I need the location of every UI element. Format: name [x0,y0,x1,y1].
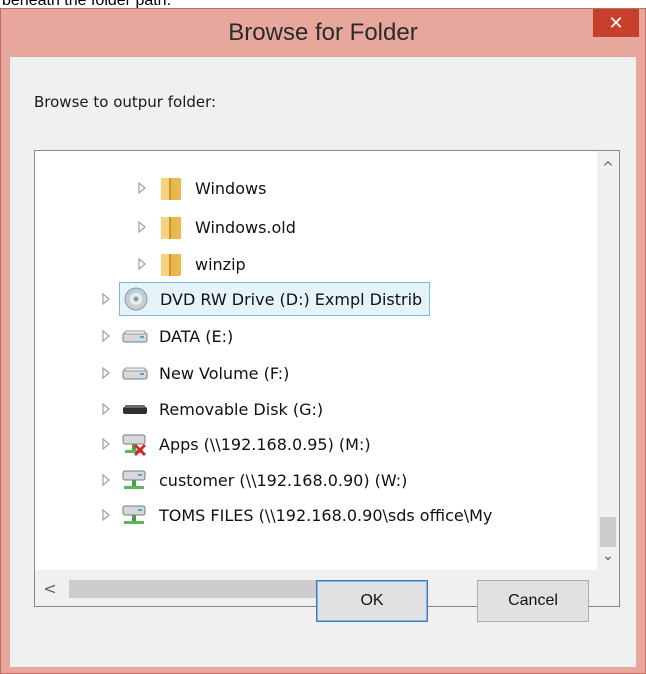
expand-arrow-icon[interactable] [135,257,149,271]
expand-arrow-icon[interactable] [99,329,113,343]
title-bar[interactable]: Browse for Folder ✕ [1,9,645,57]
network-drive-icon [119,501,151,529]
ok-button[interactable]: OK [316,580,428,622]
dialog-title: Browse for Folder [228,19,418,46]
dvd-drive-icon [120,285,152,313]
disconnected-network-drive-icon [119,430,151,458]
tree-item-label: customer (\\192.168.0.90) (W:) [159,470,408,490]
expand-arrow-icon[interactable] [99,366,113,380]
tree-item-label: Windows [195,178,267,198]
tree-item-label: winzip [195,254,246,274]
expand-arrow-icon[interactable] [99,402,113,416]
browse-for-folder-dialog: Browse for Folder ✕ Browse to outpur fol… [0,8,646,674]
chevron-left-icon: < [43,578,57,598]
prompt-label: Browse to outpur folder: [34,93,217,111]
dialog-client-area: Browse to outpur folder: Windows Windows.… [10,57,636,667]
folder-icon [155,250,187,278]
removable-disk-icon [119,395,151,423]
tree-item[interactable]: DVD RW Drive (D:) Exmpl Distrib [99,281,431,317]
scroll-down-button[interactable]: ⌄ [597,545,619,567]
tree-item-label: New Volume (F:) [159,363,290,383]
network-drive-icon [119,466,151,494]
cancel-button[interactable]: Cancel [477,580,589,622]
expand-arrow-icon[interactable] [99,437,113,451]
scroll-left-button[interactable]: < [39,570,61,606]
close-icon: ✕ [608,12,624,34]
chevron-down-icon: ⌄ [602,548,614,564]
chevron-up-icon: ^ [602,160,614,176]
expand-arrow-icon[interactable] [99,473,113,487]
expand-arrow-icon[interactable] [135,220,149,234]
expand-arrow-icon[interactable] [99,508,113,522]
tree-item[interactable]: customer (\\192.168.0.90) (W:) [99,462,410,498]
selected-item-highlight[interactable]: DVD RW Drive (D:) Exmpl Distrib [119,282,431,316]
tree-item[interactable]: Apps (\\192.168.0.95) (M:) [99,426,374,462]
close-button[interactable]: ✕ [593,9,639,37]
tree-item[interactable]: New Volume (F:) [99,355,292,391]
expand-arrow-icon[interactable] [135,181,149,195]
hard-drive-icon [119,322,151,350]
tree-item[interactable]: winzip [135,246,249,282]
tree-item-label: DATA (E:) [159,326,234,346]
tree-item-label: Apps (\\192.168.0.95) (M:) [159,434,371,454]
tree-item[interactable]: Windows.old [135,209,299,245]
folder-icon [155,174,187,202]
folder-tree[interactable]: Windows Windows.old winzip DVD RW Drive (D:… [34,150,620,607]
tree-item[interactable]: DATA (E:) [99,318,236,354]
tree-item[interactable]: Windows [135,170,269,206]
hard-drive-icon [119,359,151,387]
expand-arrow-icon[interactable] [99,292,113,306]
scrollbar-corner [597,568,619,606]
folder-icon [155,213,187,241]
tree-item-label: TOMS FILES (\\192.168.0.90\sds office\My [159,505,493,525]
tree-item-label: Windows.old [195,217,296,237]
tree-item[interactable]: TOMS FILES (\\192.168.0.90\sds office\My [99,497,495,533]
vertical-scroll-thumb[interactable] [600,517,616,547]
scroll-up-button[interactable]: ^ [597,157,619,179]
tree-item-label: Removable Disk (G:) [159,399,324,419]
tree-item[interactable]: Removable Disk (G:) [99,391,326,427]
vertical-scrollbar[interactable]: ^ ⌄ [597,151,619,569]
tree-item-label: DVD RW Drive (D:) Exmpl Distrib [160,289,423,309]
